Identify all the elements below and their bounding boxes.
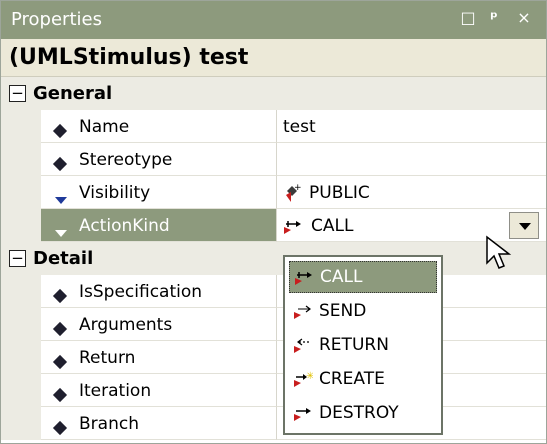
diamond-marker-icon (52, 319, 68, 339)
triangle-marker-icon (55, 222, 67, 242)
call-action-icon (294, 268, 314, 286)
property-row-branch[interactable]: Branch (1, 407, 546, 440)
diamond-marker-icon (52, 286, 68, 306)
object-header-label: (UMLStimulus) test (9, 45, 249, 70)
svg-text:✳: ✳ (306, 371, 313, 382)
chevron-down-icon (519, 223, 531, 230)
actionkind-dropdown-list: CALL SEND RETURN CREATE DESTROY (283, 255, 443, 435)
dropdown-option-return[interactable]: RETURN (289, 329, 437, 361)
property-value-cell[interactable] (277, 110, 546, 143)
create-action-icon: ✳ (293, 370, 313, 388)
svg-text:+: + (294, 183, 301, 193)
property-name: IsSpecification (79, 282, 203, 302)
dropdown-option-send[interactable]: SEND (289, 295, 437, 327)
property-row-arguments[interactable]: Arguments (1, 308, 546, 341)
category-detail[interactable]: − Detail (1, 242, 546, 275)
call-action-icon (283, 217, 303, 235)
panel-titlebar: Properties □ ᵖ × (1, 1, 546, 39)
diamond-marker-icon (52, 154, 68, 174)
property-name: ActionKind (79, 216, 170, 236)
property-name: Iteration (79, 381, 152, 401)
category-general[interactable]: − General (1, 77, 546, 110)
property-name: Stereotype (79, 150, 173, 170)
collapse-toggle-icon[interactable]: − (9, 85, 26, 102)
property-row-name[interactable]: Name test (1, 110, 546, 143)
property-name: Arguments (79, 315, 173, 335)
property-name: Name (79, 117, 130, 137)
diamond-marker-icon (52, 121, 68, 141)
object-header: (UMLStimulus) test (1, 39, 546, 77)
property-row-visibility[interactable]: Visibility + PUBLIC (1, 176, 546, 209)
property-row-iteration[interactable]: Iteration (1, 374, 546, 407)
close-icon[interactable]: × (515, 8, 533, 28)
property-row-stereotype[interactable]: Stereotype (1, 143, 546, 176)
property-row-return[interactable]: Return (1, 341, 546, 374)
diamond-marker-icon (52, 352, 68, 372)
property-row-actionkind[interactable]: ActionKind CALL (1, 209, 546, 242)
collapse-toggle-icon[interactable]: − (9, 250, 26, 267)
dropdown-option-destroy[interactable]: DESTROY (289, 397, 437, 429)
diamond-marker-icon (52, 385, 68, 405)
panel-title: Properties (11, 9, 102, 30)
property-name: Branch (79, 414, 139, 434)
property-name: Return (79, 348, 136, 368)
triangle-marker-icon (55, 189, 67, 209)
return-action-icon (293, 336, 313, 354)
property-value: test (283, 117, 316, 137)
dropdown-button[interactable] (509, 212, 539, 239)
category-label: General (33, 83, 113, 104)
send-action-icon (293, 302, 313, 320)
property-value: CALL (283, 216, 353, 236)
dropdown-option-call[interactable]: CALL (289, 261, 437, 293)
property-row-isspecification[interactable]: IsSpecification (1, 275, 546, 308)
pin-icon[interactable]: ᵖ (485, 8, 503, 28)
public-visibility-icon: + (283, 183, 301, 203)
property-value: + PUBLIC (283, 183, 370, 203)
property-grid: − General Name test Stereotype Visibilit… (1, 77, 546, 443)
maximize-icon[interactable]: □ (459, 8, 477, 28)
category-label: Detail (33, 248, 94, 269)
property-name: Visibility (79, 183, 151, 203)
properties-panel: Properties □ ᵖ × (UMLStimulus) test − Ge… (0, 0, 547, 444)
diamond-marker-icon (52, 418, 68, 438)
property-value-cell[interactable] (277, 143, 546, 176)
destroy-action-icon (293, 404, 313, 422)
mouse-pointer-icon (485, 235, 513, 271)
dropdown-option-create[interactable]: ✳ CREATE (289, 363, 437, 395)
